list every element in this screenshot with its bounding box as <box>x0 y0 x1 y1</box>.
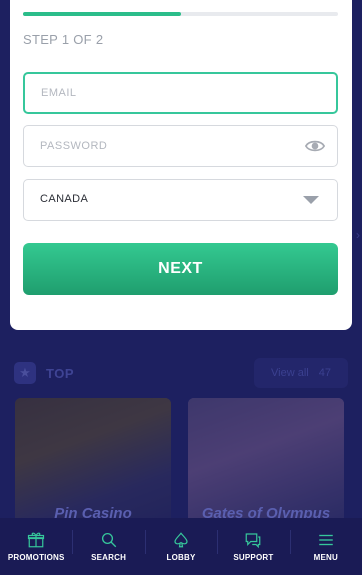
spade-icon <box>174 532 188 548</box>
nav-label: PROMOTIONS <box>7 553 65 562</box>
password-field[interactable] <box>23 125 338 167</box>
nav-item-menu[interactable]: MENU <box>289 518 362 575</box>
step-progress-fill <box>23 12 181 16</box>
search-icon <box>101 532 116 548</box>
top-section-title: TOP <box>46 365 74 381</box>
chevron-right-icon: › <box>356 228 360 242</box>
country-value: CANADA <box>40 193 89 205</box>
nav-label: LOBBY <box>166 553 196 562</box>
eye-icon[interactable] <box>305 137 325 155</box>
nav-label: SUPPORT <box>233 553 274 562</box>
view-all-label: View all <box>271 367 309 379</box>
email-input[interactable] <box>41 74 281 112</box>
bottom-nav: PROMOTIONS SEARCH LOBBY SUPPORT MENU <box>0 518 362 575</box>
email-field[interactable] <box>23 72 338 114</box>
nav-item-promotions[interactable]: PROMOTIONS <box>0 518 72 575</box>
chat-icon <box>246 533 261 549</box>
chevron-down-icon <box>303 196 319 204</box>
country-select[interactable]: CANADA <box>23 179 338 221</box>
top-section-header: ★ TOP View all 47 <box>14 358 348 388</box>
password-input[interactable] <box>40 126 280 166</box>
view-all-button[interactable]: View all 47 <box>254 358 348 388</box>
step-progress-bar <box>23 12 338 16</box>
signup-card: STEP 1 OF 2 CANADA NEXT <box>10 0 352 330</box>
step-indicator: STEP 1 OF 2 <box>23 32 104 47</box>
menu-icon <box>319 534 333 546</box>
nav-item-support[interactable]: SUPPORT <box>217 518 289 575</box>
nav-label: MENU <box>313 553 338 562</box>
nav-label: SEARCH <box>91 553 127 562</box>
game-tile[interactable]: Pin Casino <box>15 398 171 530</box>
view-all-count: 47 <box>318 367 331 379</box>
gift-icon <box>28 532 45 548</box>
nav-item-search[interactable]: SEARCH <box>72 518 144 575</box>
nav-item-lobby[interactable]: LOBBY <box>144 518 217 575</box>
next-button[interactable]: NEXT <box>23 243 338 295</box>
game-tile[interactable]: Gates of Olympus <box>188 398 344 530</box>
top-section-icon: ★ <box>14 362 36 384</box>
